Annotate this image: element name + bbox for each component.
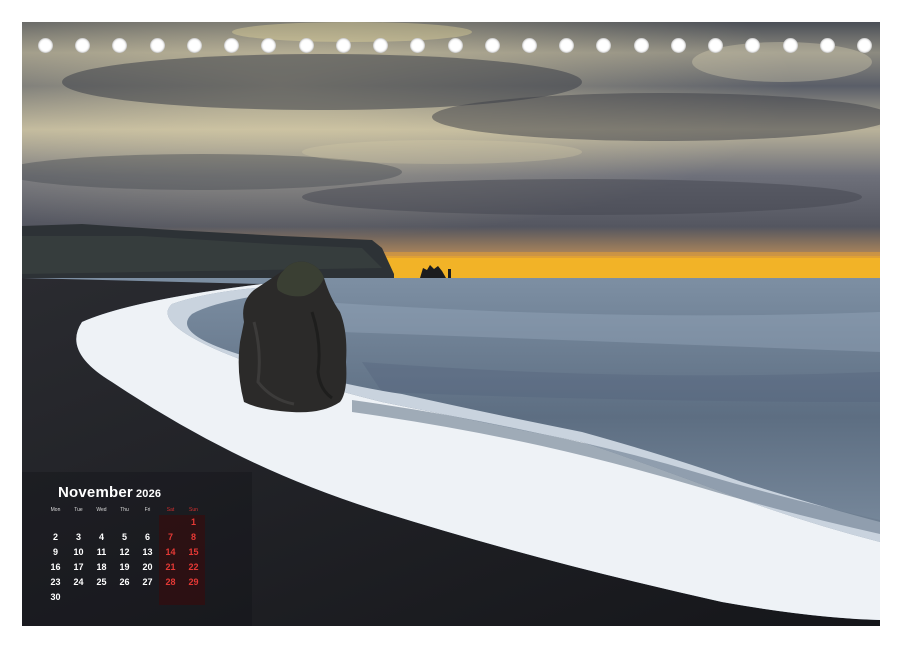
day-cell: 30 [50,592,61,602]
day-cell: 2 [52,532,58,542]
binding-hole [261,38,277,53]
weekday-header: Fri [144,507,151,513]
day-cell: 12 [119,547,130,557]
weekday-header: Sat [166,507,175,513]
day-cell: 20 [142,562,153,572]
day-cell: 14 [159,545,182,560]
day-cell: 21 [159,560,182,575]
weekday-header: Sun [189,507,198,513]
day-cell: 17 [73,562,84,572]
weekday-header: Wed [96,507,107,513]
day-cell: 22 [182,560,205,575]
binding-hole [335,38,351,53]
empty-day-cell [159,590,182,605]
binding-hole [596,38,612,53]
empty-day-cell [159,515,182,530]
day-cell: 7 [159,530,182,545]
binding-hole [410,38,426,53]
weekday-header: Thu [120,507,129,513]
day-cell: 3 [75,532,81,542]
empty-day-cell [113,590,136,605]
empty-day-cell [136,515,159,530]
day-cell: 10 [73,547,84,557]
binding-hole [112,38,128,53]
binding-hole [708,38,724,53]
day-cell: 13 [142,547,153,557]
binding-hole [447,38,463,53]
binding-hole [633,38,649,53]
day-cell: 27 [142,577,153,587]
empty-day-cell [182,590,205,605]
empty-day-cell [90,590,113,605]
calendar-grid: Mon Tue Wed Thu Fri Sat Sun 1 2 3 4 5 6 7 8 9 10 1… [44,506,210,605]
day-cell: 19 [119,562,130,572]
binding-hole [559,38,575,53]
binding-hole [224,38,240,53]
binding-hole [782,38,798,53]
binding-hole [745,38,761,53]
day-cell: 15 [182,545,205,560]
day-cell: 24 [73,577,84,587]
day-cell: 8 [182,530,205,545]
binding-hole [857,38,872,53]
day-cell: 25 [96,577,107,587]
day-cell: 26 [119,577,130,587]
day-cell: 16 [50,562,61,572]
binding-hole [75,38,91,53]
binding-hole [186,38,202,53]
binding-hole [373,38,389,53]
empty-day-cell [67,515,90,530]
month-name: November [58,484,133,501]
day-cell: 18 [96,562,107,572]
weekday-header: Tue [74,507,83,513]
binding-hole [521,38,537,53]
year: 2026 [135,488,162,500]
binding-hole [670,38,686,53]
binding-hole [149,38,165,53]
day-cell: 28 [159,575,182,590]
binding-hole [819,38,835,53]
empty-day-cell [136,590,159,605]
day-cell: 23 [50,577,61,587]
day-cell: 4 [98,532,104,542]
month-calendar: November 2026 Mon Tue Wed Thu Fri Sat Sun… [44,484,210,605]
day-cell: 9 [52,547,58,557]
binding-hole [484,38,500,53]
day-cell: 6 [144,532,150,542]
weekday-header: Mon [50,507,61,513]
day-cell: 1 [182,515,205,530]
binding-hole [38,38,53,53]
empty-day-cell [113,515,136,530]
empty-day-cell [67,590,90,605]
day-cell: 5 [121,532,127,542]
day-cell: 29 [182,575,205,590]
binding-hole [298,38,314,53]
day-cell: 11 [96,547,107,557]
empty-day-cell [44,515,67,530]
empty-day-cell [90,515,113,530]
calendar-page: November 2026 Mon Tue Wed Thu Fri Sat Sun… [0,0,902,648]
spiral-binding-holes [0,38,902,56]
calendar-title: November 2026 [58,484,210,501]
